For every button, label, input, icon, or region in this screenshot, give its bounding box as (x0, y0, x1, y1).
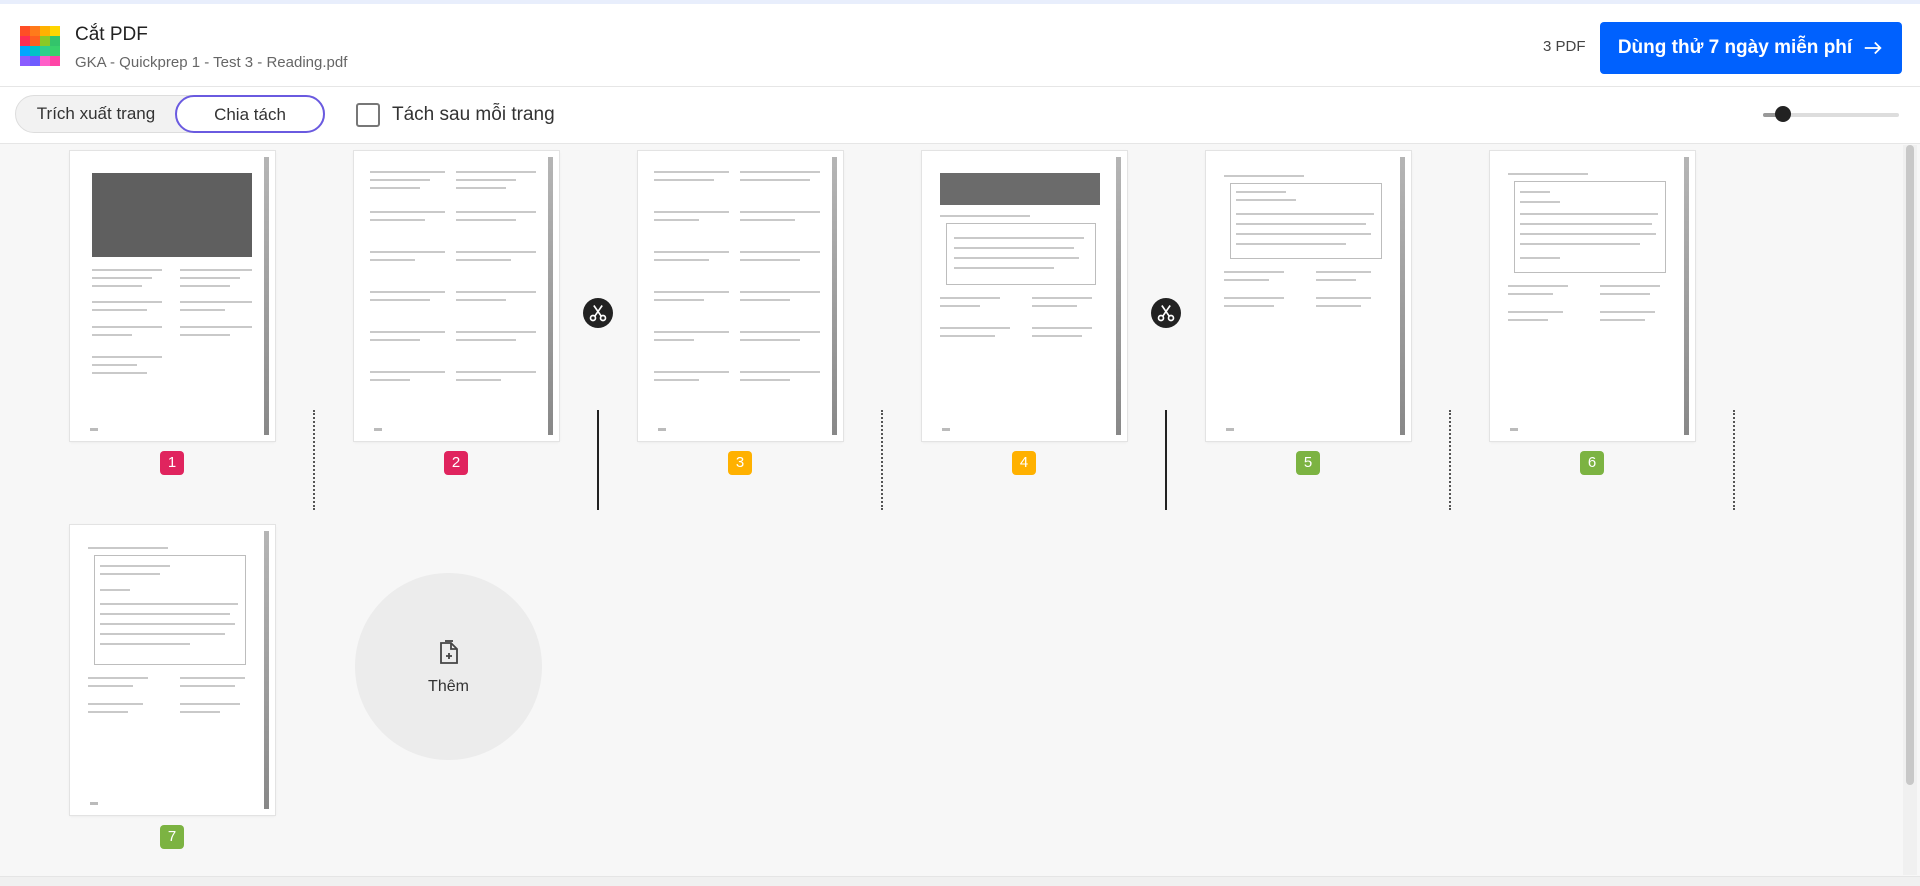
scissors-icon (589, 305, 607, 322)
tab-split[interactable]: Chia tách (175, 95, 325, 133)
scissors-icon (1157, 305, 1175, 322)
split-point-4-active[interactable] (1151, 298, 1181, 328)
page-number-4: 4 (1012, 451, 1036, 475)
split-point-2-active[interactable] (583, 298, 613, 328)
zoom-slider-thumb[interactable] (1775, 106, 1791, 122)
app-logo-icon (20, 26, 60, 66)
free-trial-label: Dùng thử 7 ngày miễn phí (1617, 37, 1853, 58)
split-after-each-checkbox[interactable] (356, 103, 380, 127)
page-thumbnail-3[interactable] (638, 151, 843, 441)
page-number-6: 6 (1580, 451, 1604, 475)
split-point-3[interactable] (881, 410, 883, 510)
page-thumbnail-2[interactable] (354, 151, 559, 441)
page-workspace: 1 2 3 4 5 6 7 Thêm (0, 145, 1900, 875)
top-bar: Cắt PDF GKA - Quickprep 1 - Test 3 - Rea… (0, 0, 1920, 86)
page-thumbnail-5[interactable] (1206, 151, 1411, 441)
split-point-5[interactable] (1449, 410, 1451, 510)
vertical-scrollbar[interactable] (1903, 145, 1917, 875)
horizontal-scrollbar[interactable] (0, 876, 1920, 886)
page-number-5: 5 (1296, 451, 1320, 475)
page-number-1: 1 (160, 451, 184, 475)
arrow-right-icon (1864, 41, 1882, 55)
split-point-6[interactable] (1733, 410, 1735, 510)
pdf-count: 3 PDF (1543, 38, 1586, 55)
page-thumbnail-1[interactable] (70, 151, 275, 441)
split-after-each-label: Tách sau mỗi trang (392, 104, 555, 125)
file-name: GKA - Quickprep 1 - Test 3 - Reading.pdf (75, 54, 348, 71)
page-thumbnail-7[interactable] (70, 525, 275, 815)
free-trial-button[interactable]: Dùng thử 7 ngày miễn phí (1600, 22, 1902, 74)
tab-extract-pages[interactable]: Trích xuất trang (16, 96, 176, 132)
page-thumbnail-4[interactable] (922, 151, 1127, 441)
add-file-label: Thêm (428, 677, 469, 695)
split-line-4 (1165, 410, 1167, 510)
toolbar: Trích xuất trang Chia tách Tách sau mỗi … (0, 86, 1920, 144)
app-title: Cắt PDF (75, 24, 148, 45)
mode-switch: Trích xuất trang Chia tách (15, 95, 325, 133)
add-file-button[interactable]: Thêm (355, 573, 542, 760)
split-point-1[interactable] (313, 410, 315, 510)
add-file-icon (439, 639, 458, 664)
page-number-7: 7 (160, 825, 184, 849)
split-line-2 (597, 410, 599, 510)
page-number-3: 3 (728, 451, 752, 475)
page-number-2: 2 (444, 451, 468, 475)
page-thumbnail-6[interactable] (1490, 151, 1695, 441)
